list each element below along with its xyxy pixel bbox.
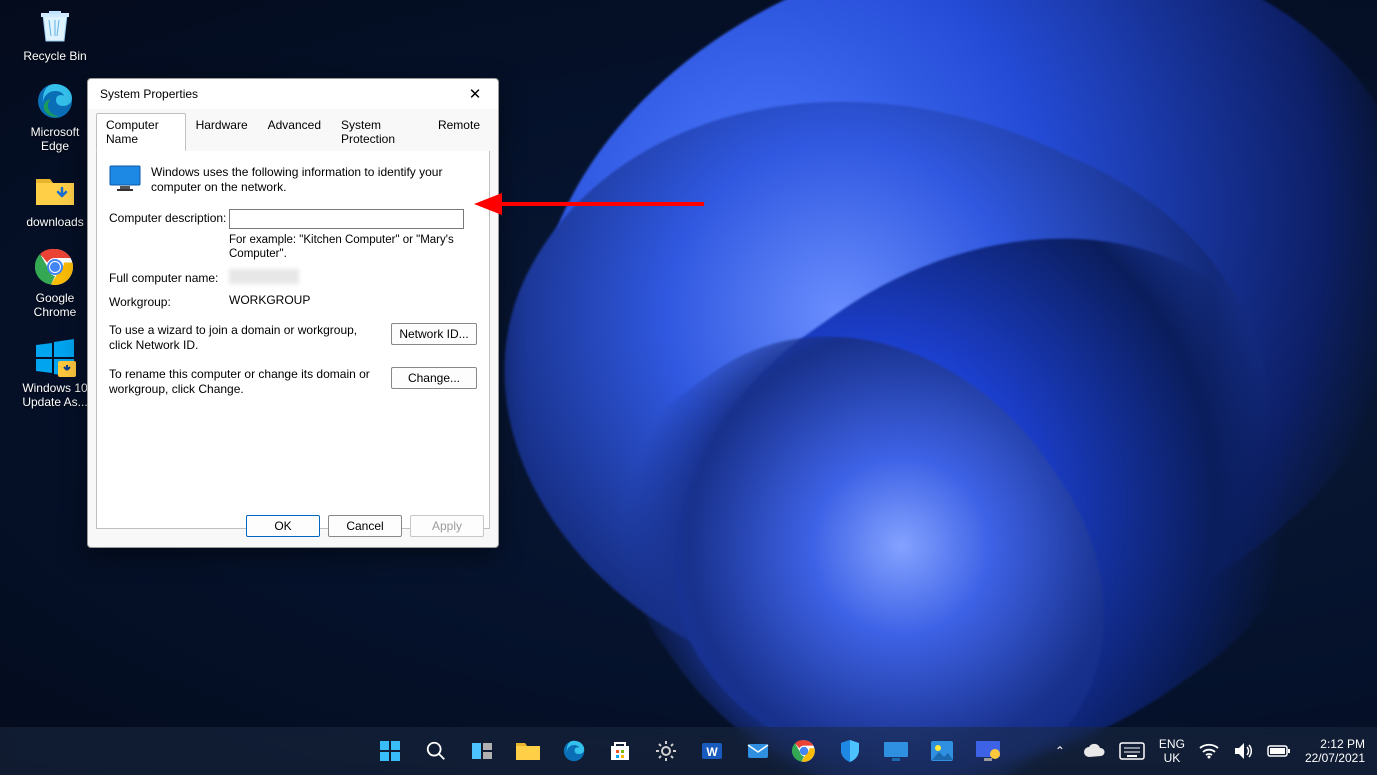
computer-description-label: Computer description: [109,209,229,225]
chevron-up-icon: ⌃ [1055,744,1065,758]
tab-advanced[interactable]: Advanced [258,113,331,151]
tray-wifi[interactable] [1195,731,1223,771]
annotation-arrow [474,189,704,219]
tray-language[interactable]: ENG UK [1155,731,1189,771]
tray-volume[interactable] [1229,731,1257,771]
mail-icon [746,739,770,763]
full-computer-name-label: Full computer name: [109,269,229,285]
titlebar[interactable]: System Properties ✕ [88,79,498,109]
battery-icon [1267,744,1291,758]
tray-battery[interactable] [1263,731,1295,771]
info-text: Windows uses the following information t… [151,165,477,195]
desktop-icon-label: downloads [15,215,95,229]
desktop-icon-downloads[interactable]: downloads [15,171,95,229]
taskbar-security[interactable] [830,731,870,771]
volume-icon [1233,742,1253,760]
dialog-buttons: OK Cancel Apply [246,515,484,537]
tray-clock[interactable]: 2:12 PM 22/07/2021 [1301,731,1369,771]
taskbar-photos[interactable] [922,731,962,771]
chrome-icon [33,247,77,287]
tray-overflow[interactable]: ⌃ [1047,731,1073,771]
photos-icon [930,740,954,762]
start-button[interactable] [370,731,410,771]
desktop-icon-recycle-bin[interactable]: Recycle Bin [15,5,95,63]
change-description: To rename this computer or change its do… [109,367,391,397]
taskbar-quick-assist[interactable] [876,731,916,771]
clock-date: 22/07/2021 [1305,751,1365,765]
taskbar-settings[interactable] [646,731,686,771]
full-computer-name-value [229,269,299,284]
search-button[interactable] [416,731,456,771]
change-button[interactable]: Change... [391,367,477,389]
taskbar-word[interactable]: W [692,731,732,771]
desktop-icon-win10-update[interactable]: Windows 10 Update As... [15,337,95,409]
tray-onedrive[interactable] [1079,731,1109,771]
taskbar-chrome[interactable] [784,731,824,771]
language-region: UK [1159,751,1185,765]
clock-time: 2:12 PM [1305,737,1365,751]
close-icon: ✕ [469,86,482,103]
recycle-bin-icon [33,5,77,45]
desktop-icon-label: Microsoft Edge [15,125,95,153]
workgroup-value: WORKGROUP [229,293,477,307]
task-view-button[interactable] [462,731,502,771]
monitor-icon [109,165,141,191]
tab-system-protection[interactable]: System Protection [331,113,428,151]
desktop-icon-label: Windows 10 Update As... [15,381,95,409]
search-icon [425,740,447,762]
taskbar-system-properties[interactable] [968,731,1008,771]
tab-hardware[interactable]: Hardware [186,113,258,151]
taskbar-edge[interactable] [554,731,594,771]
computer-description-input[interactable] [229,209,464,229]
edge-icon [562,739,586,763]
system-tray: ⌃ ENG UK 2:12 PM 22/07/2021 [1047,731,1369,771]
desktop-icons: Recycle Bin Microsoft Edge downloads Goo… [15,5,95,427]
windows-start-icon [378,739,402,763]
system-properties-icon [975,740,1001,762]
tab-strip: Computer Name Hardware Advanced System P… [88,109,498,151]
tab-remote[interactable]: Remote [428,113,490,151]
tray-keyboard[interactable] [1115,731,1149,771]
tab-panel-computer-name: Windows uses the following information t… [96,151,490,529]
computer-description-hint: For example: "Kitchen Computer" or "Mary… [229,233,477,261]
network-id-button[interactable]: Network ID... [391,323,477,345]
store-icon [608,739,632,763]
desktop-icon-label: Recycle Bin [15,49,95,63]
taskbar-mail[interactable] [738,731,778,771]
taskbar-store[interactable] [600,731,640,771]
ok-button[interactable]: OK [246,515,320,537]
tab-computer-name[interactable]: Computer Name [96,113,186,151]
edge-icon [33,81,77,121]
keyboard-icon [1119,742,1145,760]
folder-downloads-icon [33,171,77,211]
shield-icon [839,739,861,763]
taskbar-center: W [370,731,1008,771]
windows-update-icon [33,337,77,377]
desktop-icon-edge[interactable]: Microsoft Edge [15,81,95,153]
word-icon: W [700,739,724,763]
desktop-icon-chrome[interactable]: Google Chrome [15,247,95,319]
svg-text:W: W [706,745,718,759]
chrome-icon [792,739,816,763]
close-button[interactable]: ✕ [460,85,490,103]
wifi-icon [1199,743,1219,759]
network-id-description: To use a wizard to join a domain or work… [109,323,391,353]
task-view-icon [470,739,494,763]
quick-assist-icon [883,741,909,761]
desktop-icon-label: Google Chrome [15,291,95,319]
window-title: System Properties [96,87,460,101]
system-properties-window: System Properties ✕ Computer Name Hardwa… [87,78,499,548]
workgroup-label: Workgroup: [109,293,229,309]
taskbar: W ⌃ ENG [0,727,1377,775]
apply-button[interactable]: Apply [410,515,484,537]
gear-icon [654,739,678,763]
file-explorer-icon [515,740,541,762]
cancel-button[interactable]: Cancel [328,515,402,537]
taskbar-file-explorer[interactable] [508,731,548,771]
cloud-icon [1083,743,1105,759]
language-code: ENG [1159,737,1185,751]
